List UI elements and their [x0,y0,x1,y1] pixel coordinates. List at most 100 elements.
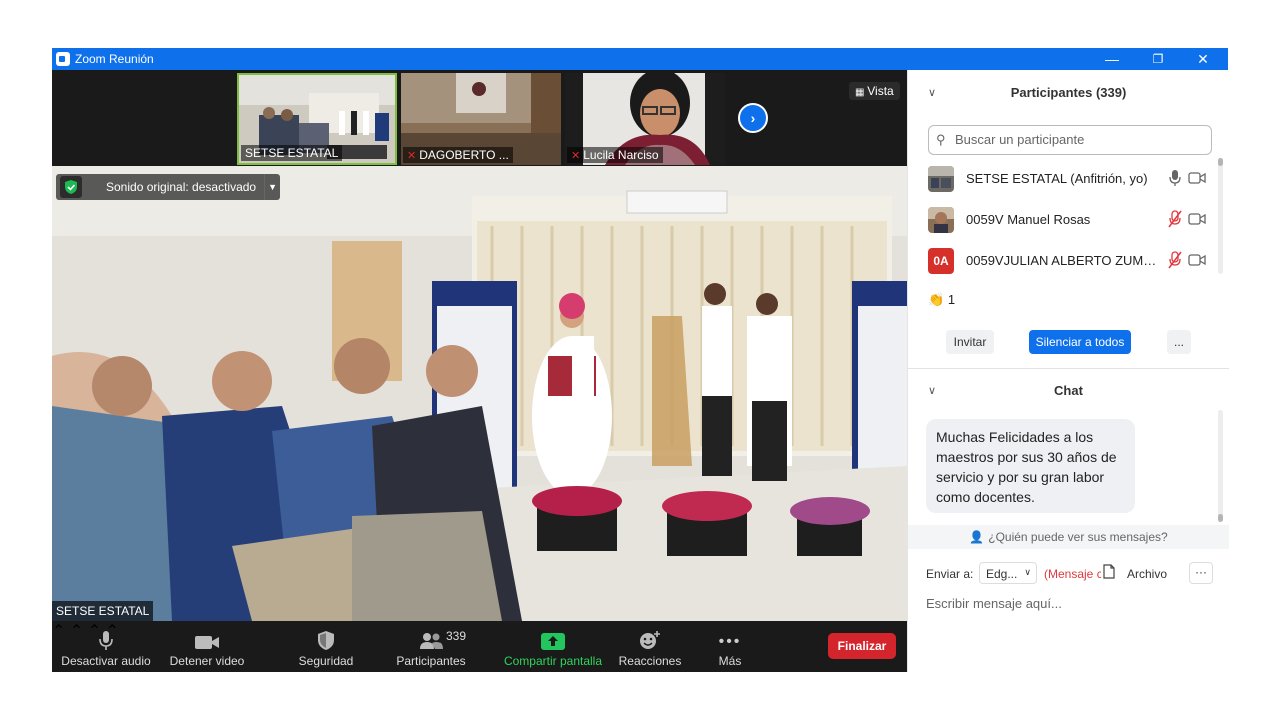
security-label: Seguridad [298,654,354,668]
zoom-app-icon [56,52,70,66]
restore-button[interactable]: ❐ [1135,48,1181,70]
title-bar: Zoom Reunión — ❐ ✕ [52,48,1228,70]
meeting-toolbar: Desactivar audio ⌃ Detener video ⌃ Segur… [52,621,907,672]
close-button[interactable]: ✕ [1180,48,1226,70]
more-options-button[interactable]: ... [1167,330,1191,354]
ellipsis-icon: ••• [718,633,742,650]
send-to-label: Enviar a: [926,567,974,581]
participant-row[interactable]: 0A 0059VJULIAN ALBERTO ZUMAYA... [926,246,1208,276]
participants-button[interactable]: 339 Participantes [388,621,474,672]
send-to-row: Enviar a: Edg... ∨ (Mensaje c Archivo ··… [908,560,1229,588]
divider [908,368,1229,369]
participants-icon: 339 [388,621,474,651]
stop-video-label: Detener video [169,654,245,668]
who-can-see-link[interactable]: 👤 ¿Quién puede ver sus mensajes? [908,525,1229,549]
chevron-down-icon[interactable]: ▼ [264,174,280,200]
participant-name: 0059V Manuel Rosas [966,212,1091,227]
participants-scrollbar[interactable] [1218,158,1223,274]
recipient-dropdown[interactable]: Edg... ∨ [979,562,1037,584]
private-message-hint: (Mensaje c [1044,567,1101,581]
mic-muted-icon: ✕ [571,150,581,162]
chat-header[interactable]: ∨ Chat [908,371,1229,411]
share-screen-label: Compartir pantalla [503,654,603,668]
participants-count: 339 [446,629,467,643]
chevron-down-icon[interactable]: ∨ [928,73,936,113]
microphone-muted-icon[interactable] [1168,210,1182,228]
who-can-see-label: ¿Quién puede ver sus mensajes? [988,530,1168,544]
share-screen-button[interactable]: Compartir pantalla [500,621,606,672]
microphone-icon [56,621,156,651]
original-sound-indicator[interactable]: Sonido original: desactivado ▼ [56,174,281,200]
thumbnail-lucila[interactable]: ✕ Lucila Narciso [565,73,725,165]
video-camera-icon [158,621,256,651]
mic-muted-icon: ✕ [407,150,417,162]
grid-icon: ▦ [855,87,868,98]
participant-row[interactable]: SETSE ESTATAL (Anfitrión, yo) [926,164,1208,194]
participant-search-input[interactable]: ⚲ Buscar un participante [928,125,1212,155]
more-button[interactable]: ••• Más [702,621,758,672]
person-lock-icon: 👤 [969,530,985,544]
search-icon: ⚲ [936,132,946,147]
chevron-down-icon: ∨ [1024,567,1031,577]
mute-all-button[interactable]: Silenciar a todos [1029,330,1131,354]
shield-icon [286,621,366,651]
participant-row[interactable]: 0059V Manuel Rosas [926,205,1208,235]
chat-message: Muchas Felicidades a los maestros por su… [926,419,1135,513]
file-icon[interactable] [1103,564,1119,582]
next-page-button[interactable]: › [738,103,768,133]
video-camera-icon[interactable] [1188,213,1206,225]
chat-message-input[interactable]: Escribir mensaje aquí... [926,596,1062,611]
chevron-down-icon[interactable]: ∨ [928,371,936,411]
chat-more-button[interactable]: ··· [1189,562,1213,584]
video-camera-icon[interactable] [1188,172,1206,184]
thumbnail-dagoberto[interactable]: ✕ DAGOBERTO ... [401,73,561,165]
reactions-button[interactable]: Reacciones [614,621,686,672]
avatar [928,166,954,192]
microphone-muted-icon[interactable] [1168,251,1182,269]
avatar-initials: 0A [928,248,954,274]
reaction-summary: 👏 1 [928,292,955,308]
end-meeting-button[interactable]: Finalizar [828,633,896,659]
side-panel: ∨ Participantes (339) ⚲ Buscar un partic… [907,70,1229,672]
thumbnail-label: ✕ DAGOBERTO ... [403,147,513,163]
minimize-button[interactable]: — [1089,48,1135,70]
invite-button[interactable]: Invitar [946,330,994,354]
video-camera-icon[interactable] [1188,254,1206,266]
chat-scrollbar[interactable] [1218,410,1223,522]
stop-video-button[interactable]: Detener video [158,621,256,672]
zoom-window: Zoom Reunión — ❐ ✕ SETSE ESTATAL ✕ DAGOB… [52,48,1229,672]
mute-audio-button[interactable]: Desactivar audio [56,621,156,672]
share-screen-icon [500,621,606,651]
smiley-plus-icon [614,621,686,651]
recipient-value: Edg... [986,567,1018,581]
speaker-label: SETSE ESTATAL [52,601,154,621]
view-label: Vista [867,84,894,98]
security-button[interactable]: Seguridad [286,621,366,672]
file-button[interactable]: Archivo [1127,567,1167,581]
shield-check-icon [60,176,82,198]
window-title: Zoom Reunión [75,52,154,66]
participants-label: Participantes [396,654,466,668]
search-placeholder: Buscar un participante [955,132,1085,147]
chat-title: Chat [1054,383,1083,398]
thumbnail-label: SETSE ESTATAL [241,145,343,161]
thumbnail-name: DAGOBERTO ... [419,148,509,162]
mute-audio-label: Desactivar audio [61,654,151,668]
original-sound-label: Sonido original: desactivado [106,180,257,194]
clapping-hands-icon: 👏 [928,292,945,307]
reactions-label: Reacciones [618,654,682,668]
view-button[interactable]: ▦ Vista [849,82,900,100]
participant-name: 0059VJULIAN ALBERTO ZUMAYA... [966,253,1162,268]
participant-name: SETSE ESTATAL (Anfitrión, yo) [966,171,1148,186]
participants-header[interactable]: ∨ Participantes (339) [908,73,1229,113]
thumbnail-setse[interactable]: SETSE ESTATAL [237,73,397,165]
participants-title: Participantes (339) [1010,85,1127,100]
thumbnail-label: ✕ Lucila Narciso [567,147,663,163]
thumbnail-name: Lucila Narciso [583,148,659,162]
more-label: Más [718,654,742,668]
main-video-image [52,166,907,621]
microphone-icon[interactable] [1168,169,1182,187]
chevron-right-icon: › [750,110,756,126]
reaction-count: 1 [947,292,956,307]
avatar [928,207,954,233]
